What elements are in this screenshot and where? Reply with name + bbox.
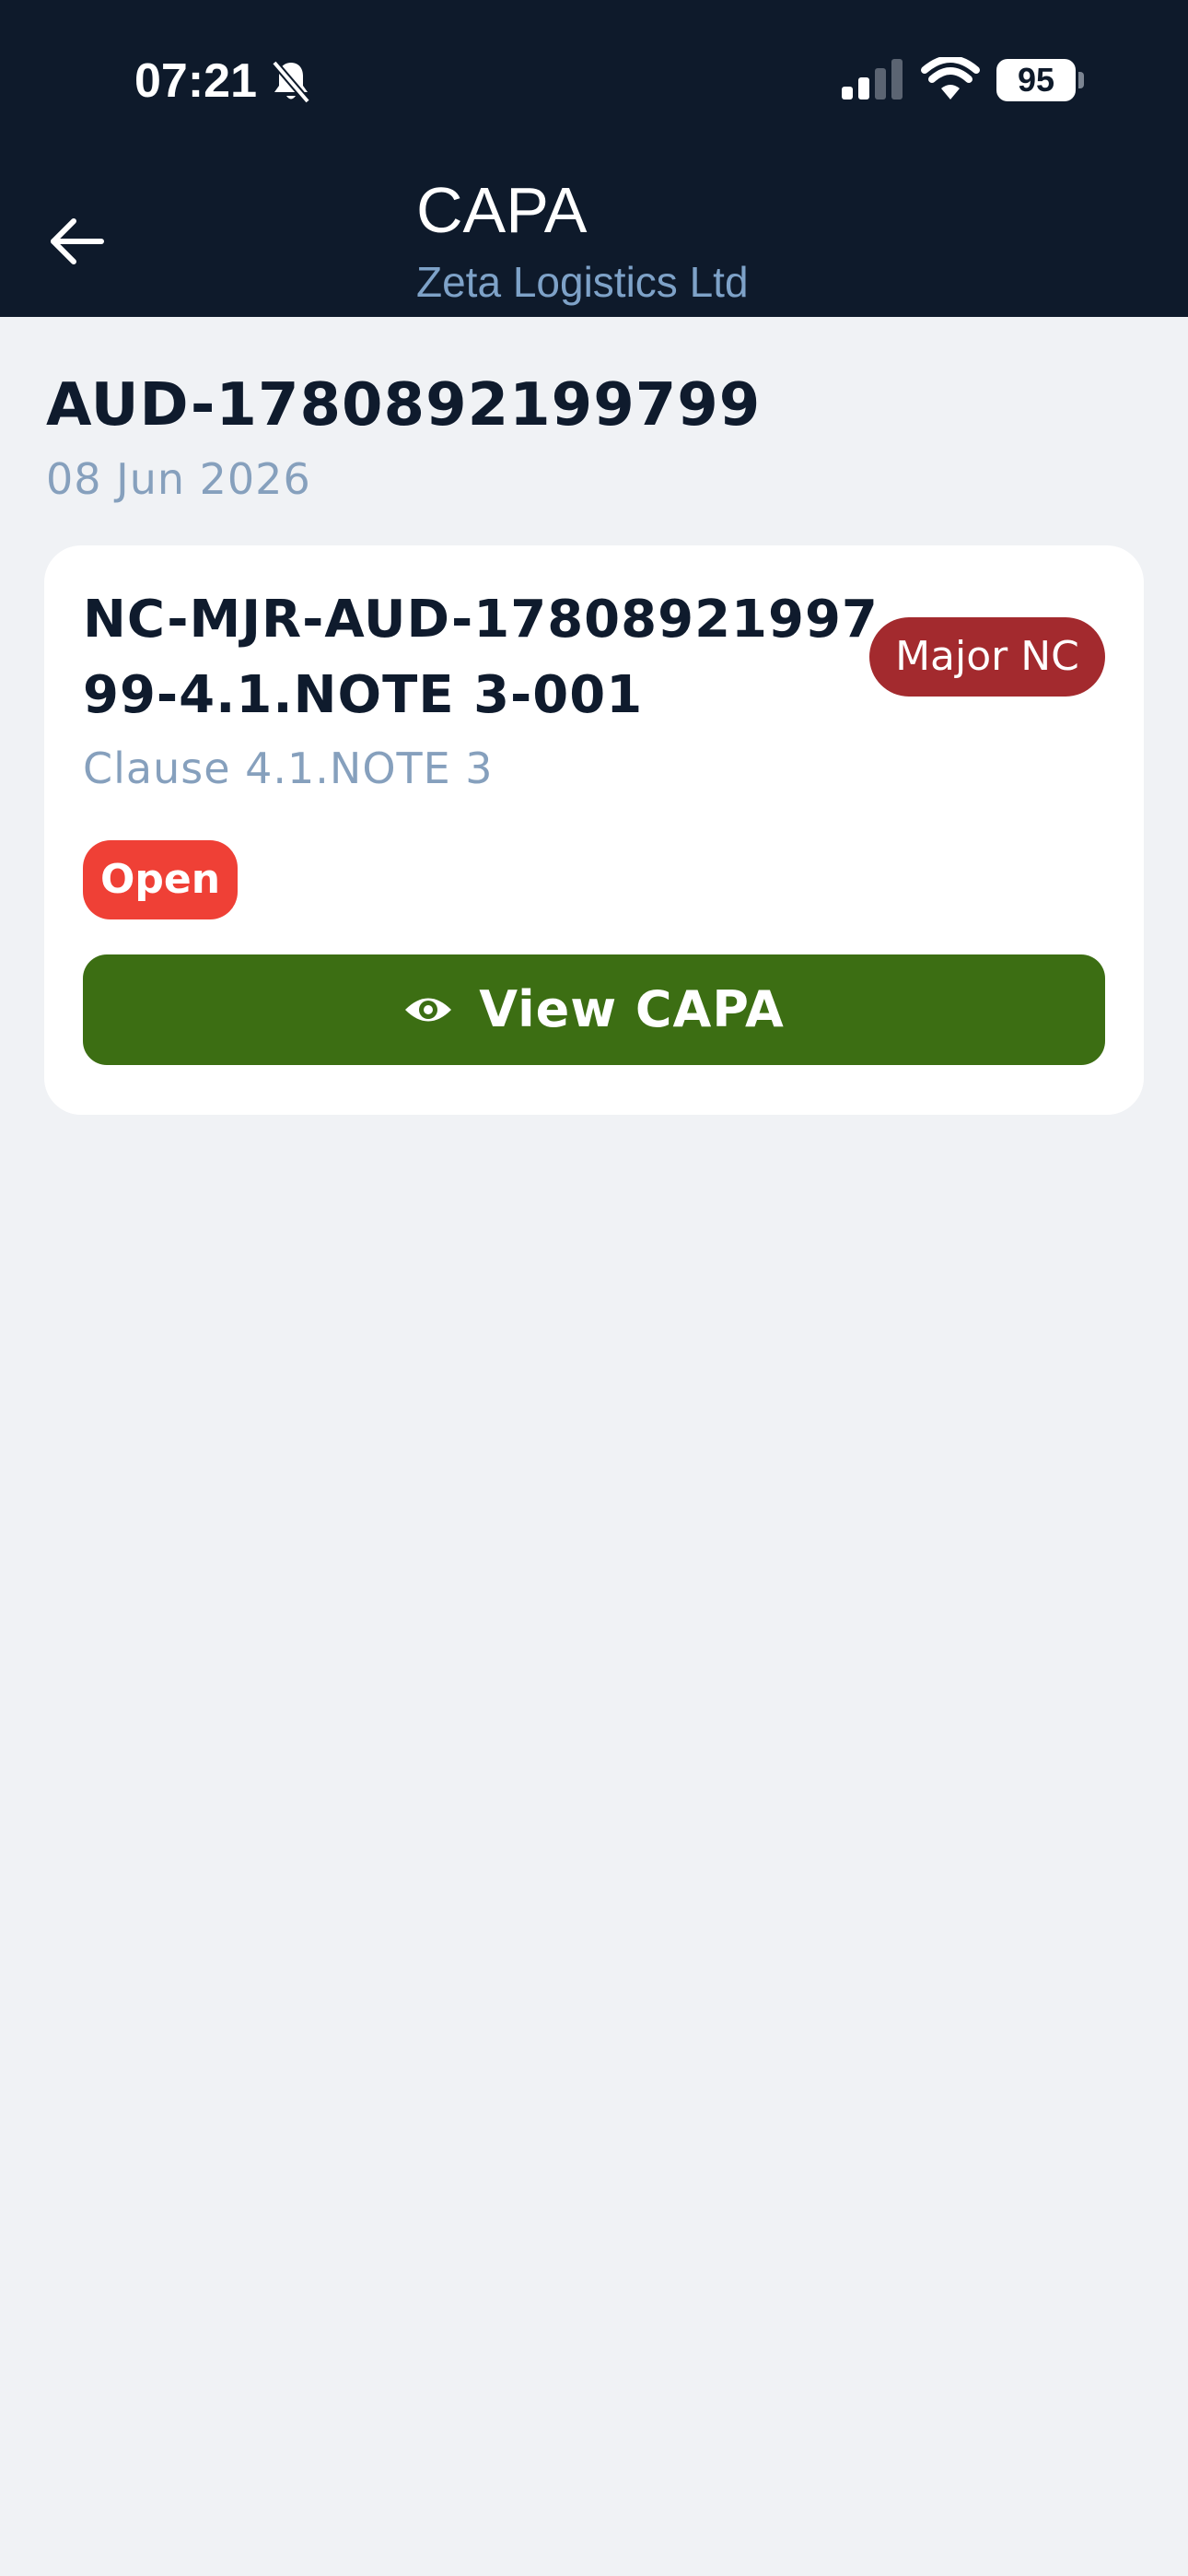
cellular-signal-icon xyxy=(842,59,903,100)
battery-cap xyxy=(1078,72,1084,88)
clause-label: Clause 4.1.NOTE 3 xyxy=(83,744,494,793)
app-header: 07:21 95 CAPA Zeta Logistics Ltd xyxy=(0,0,1188,317)
audit-date: 08 Jun 2026 xyxy=(46,454,311,504)
wifi-icon xyxy=(921,57,980,100)
page-subtitle: Zeta Logistics Ltd xyxy=(416,258,749,306)
view-capa-button[interactable]: View CAPA xyxy=(83,954,1105,1065)
status-bar-time: 07:21 xyxy=(134,54,257,108)
arrow-left-icon[interactable] xyxy=(41,205,114,278)
nc-card: NC-MJR-AUD-1780892199799-4.1.NOTE 3-001 … xyxy=(44,545,1144,1115)
nc-id: NC-MJR-AUD-1780892199799-4.1.NOTE 3-001 xyxy=(83,590,879,725)
view-capa-label: View CAPA xyxy=(479,980,785,1038)
bell-slash-icon xyxy=(271,60,311,104)
audit-id: AUD-1780892199799 xyxy=(46,371,762,439)
status-badge: Open xyxy=(83,840,238,919)
eye-icon xyxy=(405,998,452,1022)
battery-icon: 95 xyxy=(996,59,1085,101)
battery-level: 95 xyxy=(996,59,1076,101)
page-title: CAPA xyxy=(416,174,588,246)
severity-badge: Major NC xyxy=(869,617,1105,697)
